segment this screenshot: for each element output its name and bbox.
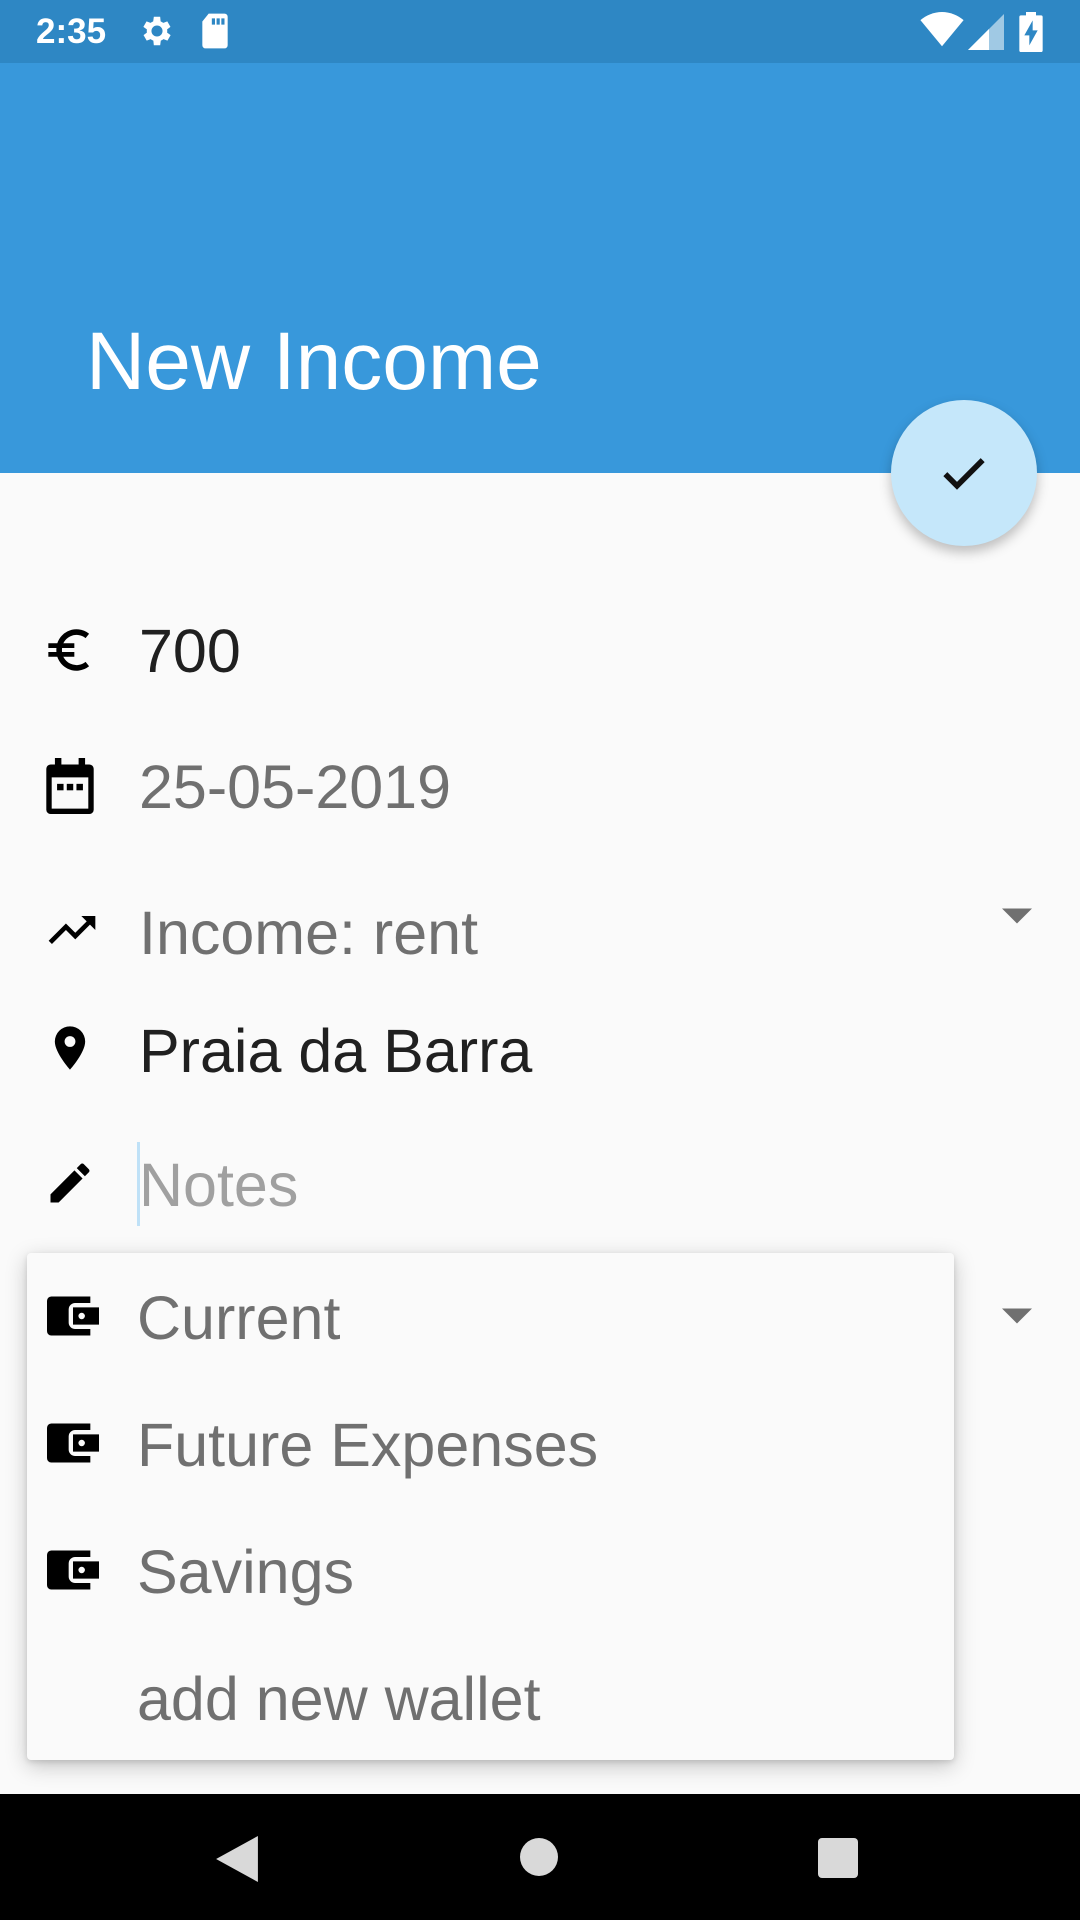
navigation-bar bbox=[0, 1794, 1080, 1920]
menu-item-current[interactable]: Current bbox=[27, 1253, 954, 1380]
check-icon bbox=[943, 458, 985, 490]
location-field[interactable]: Praia da Barra bbox=[0, 1000, 1080, 1100]
wallet-menu: Current Future Expenses Savings add new … bbox=[27, 1253, 954, 1760]
amount-field[interactable]: 700 bbox=[0, 600, 1080, 700]
pencil-icon bbox=[50, 1163, 90, 1203]
category-dropdown[interactable]: Income: rent bbox=[0, 880, 1080, 980]
battery-charging-icon bbox=[1019, 12, 1043, 52]
calendar-icon bbox=[46, 758, 94, 814]
notes-placeholder: Notes bbox=[139, 1151, 299, 1219]
settings-icon bbox=[143, 16, 171, 46]
status-time: 2:35 bbox=[36, 12, 107, 51]
menu-item-label: Savings bbox=[137, 1538, 355, 1606]
location-value: Praia da Barra bbox=[139, 1017, 533, 1085]
category-value: Income: rent bbox=[139, 899, 479, 967]
sd-card-icon bbox=[202, 13, 228, 49]
date-value: 25-05-2019 bbox=[139, 753, 452, 821]
menu-item-savings[interactable]: Savings bbox=[27, 1507, 954, 1634]
app-bar: New Income bbox=[0, 63, 1080, 473]
page-title: New Income bbox=[86, 316, 542, 407]
date-field[interactable]: 25-05-2019 bbox=[0, 738, 1080, 838]
wallet-dropdown-arrow-icon[interactable] bbox=[1002, 1308, 1032, 1324]
menu-item-future-expenses[interactable]: Future Expenses bbox=[27, 1380, 954, 1507]
euro-icon bbox=[48, 629, 90, 671]
wallet-icon bbox=[47, 1296, 99, 1336]
arrow-drop-down-icon bbox=[1002, 908, 1032, 924]
location-pin-icon bbox=[54, 1026, 86, 1070]
trending-up-icon bbox=[48, 916, 96, 944]
menu-item-label: Current bbox=[137, 1284, 341, 1352]
text-cursor bbox=[137, 1142, 140, 1226]
wallet-icon bbox=[47, 1423, 99, 1463]
wallet-icon bbox=[47, 1550, 99, 1590]
back-icon[interactable] bbox=[216, 1836, 258, 1882]
recents-icon[interactable] bbox=[818, 1838, 858, 1878]
wifi-icon bbox=[920, 12, 964, 47]
menu-item-add-new-wallet[interactable]: add new wallet bbox=[27, 1634, 954, 1761]
signal-icon bbox=[968, 14, 1004, 50]
menu-item-label: Future Expenses bbox=[137, 1411, 599, 1479]
status-bar: 2:35 bbox=[0, 0, 1080, 63]
save-button[interactable] bbox=[891, 400, 1037, 546]
menu-item-label: add new wallet bbox=[137, 1665, 541, 1733]
amount-value: 700 bbox=[139, 617, 241, 685]
notes-field[interactable]: Notes bbox=[0, 1135, 1080, 1235]
home-icon[interactable] bbox=[520, 1838, 558, 1876]
